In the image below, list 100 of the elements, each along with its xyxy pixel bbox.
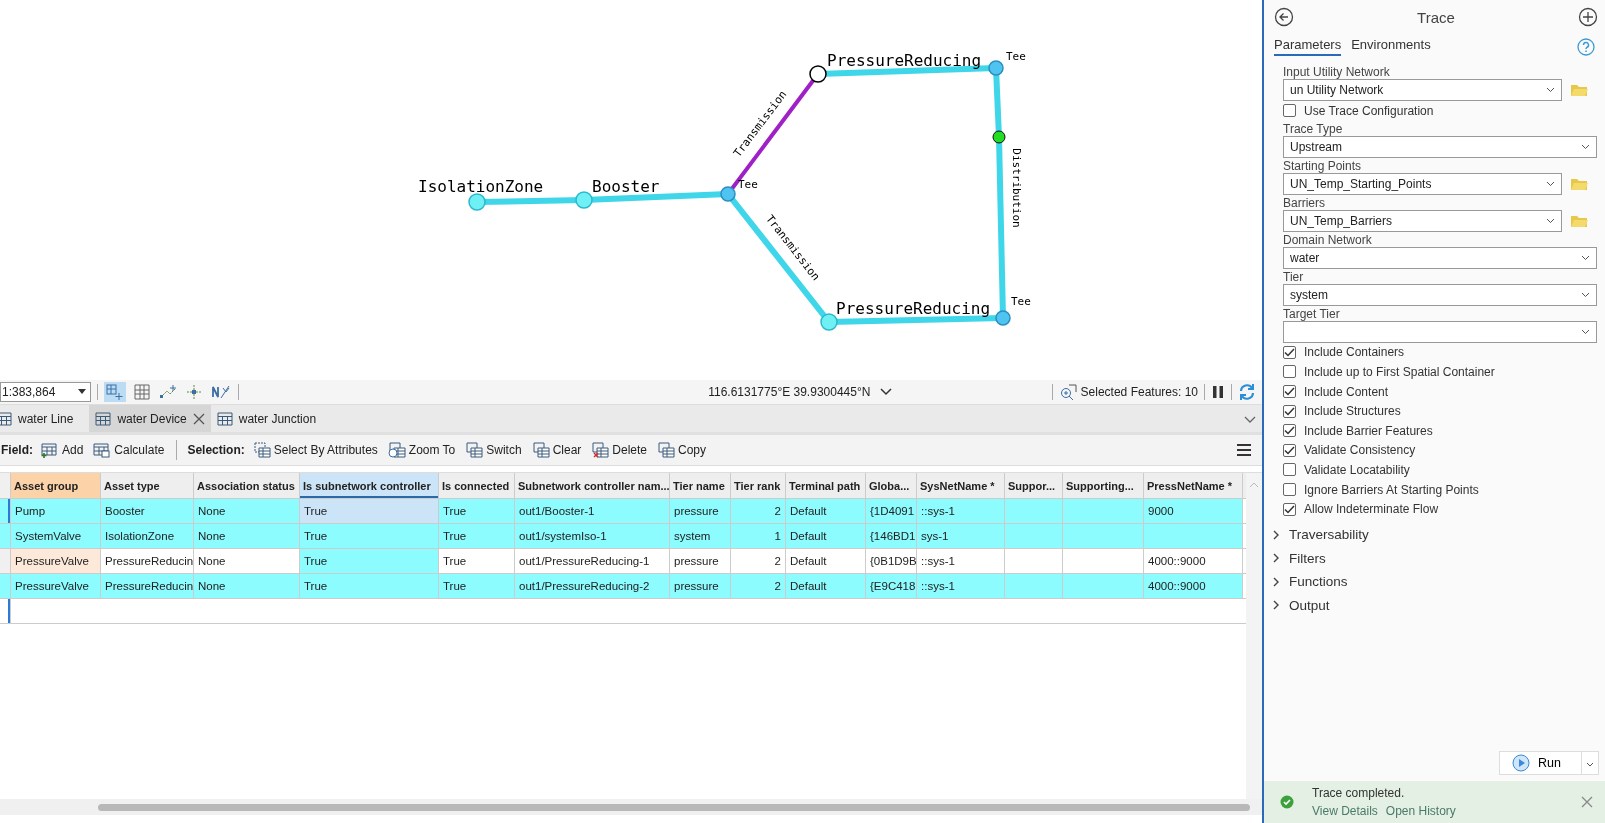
checkbox[interactable] (1283, 104, 1296, 118)
section-header[interactable]: Filters (1272, 546, 1605, 570)
selection-button[interactable]: Copy (655, 442, 708, 458)
parameter-dropdown[interactable]: Upstream (1283, 135, 1597, 158)
map-label: Tee (1011, 295, 1031, 308)
checkbox[interactable] (1283, 463, 1296, 477)
message-link[interactable]: View Details (1312, 804, 1378, 818)
selection-button[interactable]: Clear (529, 442, 584, 458)
chevron-down-icon[interactable] (1244, 416, 1256, 424)
selection-label: Selection: (187, 443, 245, 457)
close-icon[interactable] (1581, 796, 1593, 808)
parameter-label: Domain Network (1283, 232, 1373, 247)
selection-button[interactable]: Delete (589, 442, 649, 458)
coordinates-dropdown[interactable]: 116.6131775°E 39.9300445°N (398, 385, 893, 399)
table-cell: 4000::9000 (1144, 574, 1243, 598)
table-cell: 1 (731, 524, 786, 548)
crosshair-icon[interactable] (184, 382, 204, 402)
back-icon[interactable] (1274, 7, 1294, 27)
checkbox[interactable] (1283, 424, 1296, 438)
column-header[interactable]: Subnetwork controller nam... (515, 473, 670, 498)
table-cell: out1/systemIso-1 (515, 524, 670, 548)
selection-button[interactable]: Switch (463, 442, 524, 458)
checkbox[interactable] (1283, 345, 1296, 359)
table-cell: ::sys-1 (917, 499, 1005, 523)
checkbox-label: Validate Consistency (1304, 443, 1416, 458)
snapping-icon[interactable] (104, 382, 126, 402)
parameter-label: Starting Points (1283, 158, 1363, 173)
table-cell: True (439, 524, 515, 548)
scrollbar-track[interactable] (0, 799, 1262, 815)
parameter-dropdown[interactable]: UN_Temp_Starting_Points (1283, 172, 1562, 195)
checkbox-label: Include up to First Spatial Container (1304, 365, 1495, 379)
column-header[interactable]: Suppor... (1005, 473, 1063, 498)
message-link[interactable]: Open History (1385, 804, 1456, 818)
map-label: Tee (1006, 50, 1026, 63)
table-tab[interactable]: water Line (0, 405, 80, 432)
table-selection-icon (465, 442, 484, 458)
scrollbar-track[interactable] (1246, 473, 1262, 799)
refresh-icon[interactable] (1238, 383, 1256, 401)
column-header[interactable]: Globa... (866, 473, 917, 498)
parameter-dropdown[interactable]: un Utility Network (1283, 79, 1562, 101)
column-header[interactable]: SysNetName * (917, 473, 1005, 498)
table-cell: {E9C418 (866, 574, 917, 598)
column-header[interactable]: Asset group (11, 473, 101, 498)
pane-tab[interactable]: Parameters (1274, 37, 1342, 56)
table-cell: out1/PressureReducing-2 (515, 574, 670, 598)
column-header[interactable]: Tier name (670, 473, 731, 498)
column-header[interactable]: Is subnetwork controller (300, 473, 439, 498)
parameter-dropdown[interactable]: system (1283, 283, 1597, 306)
field-button[interactable]: Calculate (91, 442, 167, 458)
column-header[interactable]: Supporting... (1063, 473, 1144, 498)
table-cell: ::sys-1 (917, 574, 1005, 598)
scrollbar-thumb[interactable] (98, 803, 1250, 811)
checkbox[interactable] (1283, 365, 1296, 379)
table-cell: system (670, 524, 731, 548)
grid-icon[interactable] (132, 382, 152, 402)
close-icon[interactable] (192, 412, 205, 425)
selection-button[interactable]: Zoom To (385, 442, 458, 458)
parameter-dropdown[interactable]: water (1283, 246, 1597, 269)
message-text: Trace completed. (1312, 786, 1406, 800)
table-tab[interactable]: water Device (89, 405, 211, 432)
table-cell: SystemValve (11, 524, 101, 548)
section-header[interactable]: Functions (1272, 569, 1605, 594)
column-header[interactable]: Terminal path (786, 473, 866, 498)
parameter-dropdown[interactable]: UN_Temp_Barriers (1283, 209, 1562, 232)
add-icon[interactable] (1578, 7, 1598, 27)
chevron-down-icon (1581, 291, 1590, 298)
checkbox[interactable] (1283, 443, 1296, 457)
table-cell: out1/Booster-1 (515, 499, 670, 523)
checkbox[interactable] (1283, 483, 1296, 497)
parameter-label: Barriers (1283, 195, 1326, 210)
checkbox[interactable] (1283, 385, 1296, 399)
field-button[interactable]: Add (39, 442, 86, 458)
map-label: Booster (592, 177, 660, 196)
column-header[interactable]: Tier rank (731, 473, 786, 498)
column-header[interactable]: PressNetName * (1144, 473, 1243, 498)
help-icon[interactable] (1577, 37, 1595, 56)
checkbox[interactable] (1283, 502, 1296, 516)
checkbox[interactable] (1283, 404, 1296, 418)
table-selection-icon (657, 442, 675, 458)
table-cell: True (300, 524, 439, 548)
column-header[interactable]: Is connected (439, 473, 515, 498)
table-cell: True (300, 574, 439, 598)
pause-icon[interactable] (1211, 384, 1225, 400)
checkbox-label: Use Trace Configuration (1304, 103, 1434, 118)
table-icon (216, 411, 233, 426)
pane-tab[interactable]: Environments (1351, 37, 1431, 56)
scale-field[interactable]: 1:383,864 (0, 382, 91, 402)
table-tab[interactable]: water Junction (216, 405, 323, 432)
run-button[interactable]: Run (1500, 752, 1582, 774)
chevron-down-icon (1581, 328, 1590, 335)
section-header[interactable]: Traversability (1272, 522, 1605, 547)
table-selection-icon (252, 442, 271, 458)
column-header[interactable]: Asset type (101, 473, 194, 498)
table-cell: pressure (670, 574, 731, 598)
menu-icon[interactable] (1236, 443, 1252, 457)
zoom-selection-icon[interactable] (1058, 383, 1077, 401)
row-selector[interactable] (0, 499, 11, 523)
selection-button[interactable]: Select By Attributes (250, 442, 380, 458)
map-label: PressureReducing (836, 299, 991, 318)
section-header[interactable]: Output (1272, 593, 1605, 617)
